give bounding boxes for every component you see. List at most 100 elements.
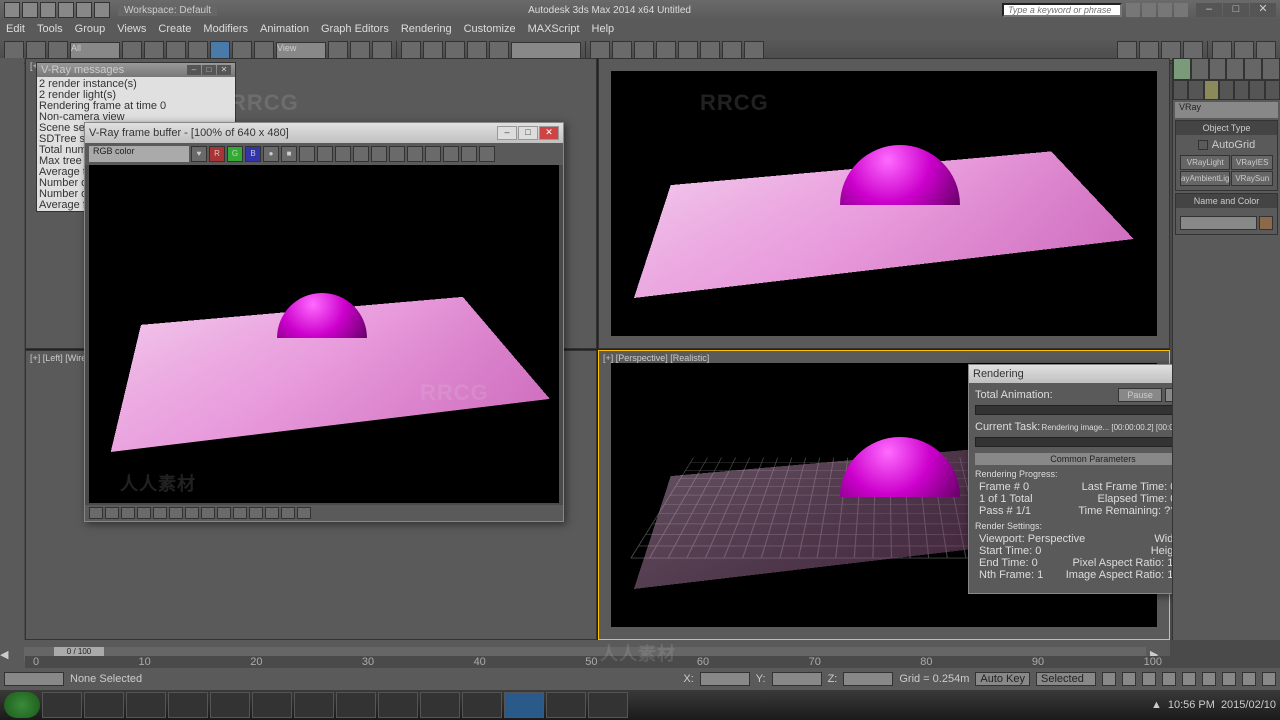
menu-tools[interactable]: Tools xyxy=(37,23,63,35)
vfb-curve-icon[interactable] xyxy=(105,507,119,519)
menu-grapheditors[interactable]: Graph Editors xyxy=(321,23,389,35)
shapes-subtab-icon[interactable] xyxy=(1188,80,1203,100)
vfb-blue-channel[interactable]: B xyxy=(245,146,261,162)
viewport-perspective-label[interactable]: [+] [Perspective] [Realistic] xyxy=(603,353,709,363)
prev-frame-icon[interactable] xyxy=(1122,672,1136,686)
vfb-exposure-icon[interactable] xyxy=(121,507,135,519)
y-field[interactable] xyxy=(772,672,822,686)
clock-time[interactable]: 10:56 PM xyxy=(1168,699,1215,711)
ref-coord-system[interactable]: View xyxy=(276,42,326,60)
vmsg-minimize-icon[interactable]: – xyxy=(187,65,201,75)
vfb-stamp-icon[interactable] xyxy=(201,507,215,519)
next-frame-icon[interactable] xyxy=(1162,672,1176,686)
vfb-lastf-icon[interactable] xyxy=(297,507,311,519)
vfb-stop-icon[interactable] xyxy=(461,146,477,162)
undo-icon[interactable] xyxy=(76,2,92,18)
vraysun-button[interactable]: VRaySun xyxy=(1231,171,1273,186)
hierarchy-tab-icon[interactable] xyxy=(1209,58,1227,80)
goto-start-icon[interactable] xyxy=(1102,672,1116,686)
selection-filter[interactable]: All xyxy=(70,42,120,60)
vfb-lut-icon[interactable] xyxy=(169,507,183,519)
vfb-srgb-icon[interactable] xyxy=(217,507,231,519)
play-icon[interactable] xyxy=(1142,672,1156,686)
timeline-prev-icon[interactable]: ◀ xyxy=(0,648,20,661)
taskbar-app4-icon[interactable] xyxy=(378,692,418,718)
vfb-play-icon[interactable] xyxy=(265,507,279,519)
x-field[interactable] xyxy=(700,672,750,686)
taskbar-3dsmax-icon[interactable] xyxy=(504,692,544,718)
vfb-maximize-icon[interactable]: □ xyxy=(518,126,538,140)
vrayies-button[interactable]: VRayIES xyxy=(1231,155,1273,170)
object-name-field[interactable] xyxy=(1180,216,1257,230)
taskbar-app3-icon[interactable] xyxy=(294,692,334,718)
create-selection-set[interactable] xyxy=(511,42,581,60)
taskbar-explorer-icon[interactable] xyxy=(42,692,82,718)
category-dropdown[interactable]: VRay xyxy=(1175,102,1278,118)
name-color-header[interactable]: Name and Color xyxy=(1176,194,1277,208)
menu-animation[interactable]: Animation xyxy=(260,23,309,35)
vfb-wb-icon[interactable] xyxy=(137,507,151,519)
vfb-clear-icon[interactable] xyxy=(317,146,333,162)
start-button[interactable] xyxy=(4,692,40,718)
menu-group[interactable]: Group xyxy=(75,23,106,35)
vfb-mono-icon[interactable]: ● xyxy=(263,146,279,162)
vfb-channel-select[interactable]: RGB color xyxy=(89,146,189,162)
redo-icon[interactable] xyxy=(94,2,110,18)
lights-subtab-icon[interactable] xyxy=(1204,80,1219,100)
vfb-region-icon[interactable] xyxy=(389,146,405,162)
vmsg-maximize-icon[interactable]: □ xyxy=(202,65,216,75)
viewport-front[interactable] xyxy=(598,58,1170,349)
vfb-last-icon[interactable] xyxy=(407,146,423,162)
open-icon[interactable] xyxy=(40,2,56,18)
new-icon[interactable] xyxy=(22,2,38,18)
nav-max-icon[interactable] xyxy=(1262,672,1276,686)
taskbar-chrome-icon[interactable] xyxy=(336,692,376,718)
selection-lock-icon[interactable] xyxy=(4,672,64,686)
vfb-cc-icon[interactable] xyxy=(89,507,103,519)
nav-pan-icon[interactable] xyxy=(1202,672,1216,686)
vfb-prev-icon[interactable] xyxy=(249,507,263,519)
vfb-grid-icon[interactable] xyxy=(425,146,441,162)
geometry-subtab-icon[interactable] xyxy=(1173,80,1188,100)
vfb-heart-icon[interactable]: ♥ xyxy=(191,146,207,162)
menu-rendering[interactable]: Rendering xyxy=(401,23,452,35)
taskbar-ie-icon[interactable] xyxy=(126,692,166,718)
autogrid-checkbox[interactable]: AutoGrid xyxy=(1180,139,1273,151)
taskbar-app8-icon[interactable] xyxy=(588,692,628,718)
taskbar-folder-icon[interactable] xyxy=(84,692,124,718)
menu-create[interactable]: Create xyxy=(158,23,191,35)
vfb-trackmouse-icon[interactable] xyxy=(371,146,387,162)
pause-button[interactable]: Pause xyxy=(1118,388,1162,402)
vrayambient-button[interactable]: ayAmbientLig xyxy=(1180,171,1230,186)
keymode-dropdown[interactable]: Selected xyxy=(1036,672,1096,686)
vfb-bg-icon[interactable] xyxy=(185,507,199,519)
save-icon[interactable] xyxy=(58,2,74,18)
vfb-saveall-icon[interactable] xyxy=(299,146,315,162)
taskbar-app6-icon[interactable] xyxy=(462,692,502,718)
menu-views[interactable]: Views xyxy=(117,23,146,35)
create-tab-icon[interactable] xyxy=(1173,58,1191,80)
vfb-header[interactable]: V-Ray frame buffer - [100% of 640 x 480]… xyxy=(85,123,563,143)
menu-modifiers[interactable]: Modifiers xyxy=(203,23,248,35)
nav-zoom-icon[interactable] xyxy=(1222,672,1236,686)
vfb-minimize-icon[interactable]: – xyxy=(497,126,517,140)
vfb-save-icon[interactable]: ■ xyxy=(281,146,297,162)
vfb-red-channel[interactable]: R xyxy=(209,146,225,162)
taskbar-media-icon[interactable] xyxy=(168,692,208,718)
help-search-input[interactable] xyxy=(1002,3,1122,17)
nav-orbit-icon[interactable] xyxy=(1242,672,1256,686)
vmsg-close-icon[interactable]: ✕ xyxy=(217,65,231,75)
vfb-compare-icon[interactable] xyxy=(443,146,459,162)
tray-up-icon[interactable]: ▲ xyxy=(1151,699,1162,711)
color-swatch[interactable] xyxy=(1259,216,1273,230)
app-icon[interactable] xyxy=(4,2,20,18)
helpers-subtab-icon[interactable] xyxy=(1234,80,1249,100)
menu-customize[interactable]: Customize xyxy=(464,23,516,35)
favorite-icon[interactable] xyxy=(1158,3,1172,17)
taskbar-app7-icon[interactable] xyxy=(546,692,586,718)
object-type-header[interactable]: Object Type xyxy=(1176,121,1277,135)
utilities-tab-icon[interactable] xyxy=(1262,58,1280,80)
help-icon[interactable] xyxy=(1174,3,1188,17)
vfb-first-icon[interactable] xyxy=(233,507,247,519)
taskbar-app2-icon[interactable] xyxy=(252,692,292,718)
